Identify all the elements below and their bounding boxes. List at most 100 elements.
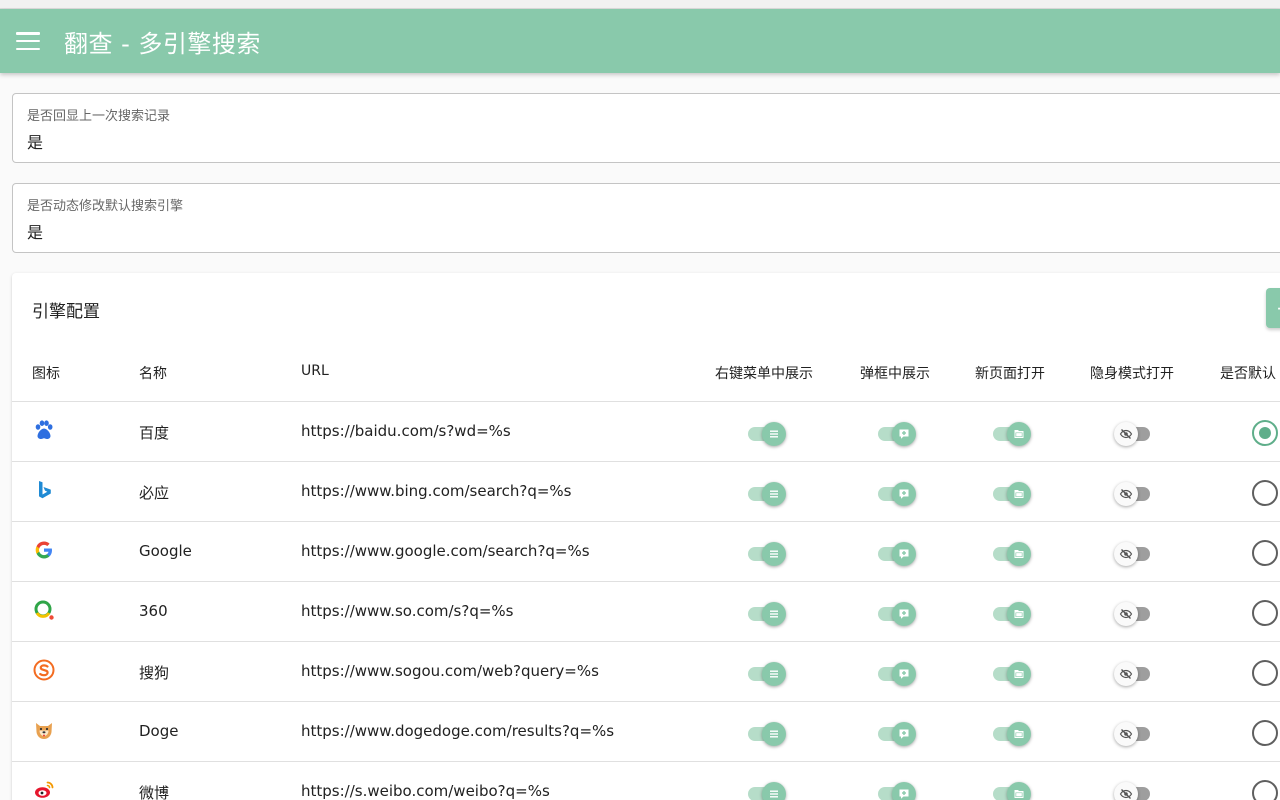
incognito-toggle[interactable]: [1114, 782, 1154, 800]
dynamic-default-engine-select[interactable]: 是否动态修改默认搜索引擎 是: [12, 183, 1280, 253]
default-engine-radio[interactable]: [1252, 540, 1278, 566]
new-page-icon: [1007, 482, 1031, 506]
context-menu-toggle[interactable]: [746, 482, 786, 506]
baidu-icon: [33, 419, 55, 441]
incognito-off-icon: [1114, 722, 1138, 746]
popup-icon: [892, 542, 916, 566]
table-row: 必应 https://www.bing.com/search?q=%s: [12, 462, 1280, 522]
popup-toggle[interactable]: [876, 722, 916, 746]
card-title: 引擎配置: [32, 302, 100, 322]
app-bar: 翻查 - 多引擎搜索: [0, 9, 1280, 73]
context-menu-toggle[interactable]: [746, 722, 786, 746]
table-row: 搜狗 https://www.sogou.com/web?query=%s: [12, 642, 1280, 702]
menu-lines-icon: [762, 782, 786, 800]
incognito-toggle[interactable]: [1114, 722, 1154, 746]
360-icon: [33, 599, 55, 621]
sogou-icon: [33, 659, 55, 681]
incognito-off-icon: [1114, 482, 1138, 506]
incognito-toggle[interactable]: [1114, 422, 1154, 446]
default-engine-radio[interactable]: [1252, 780, 1278, 800]
engine-name: 必应: [139, 484, 170, 502]
table-row: 微博 https://s.weibo.com/weibo?q=%s: [12, 762, 1280, 800]
echo-last-search-select[interactable]: 是否回显上一次搜索记录 是: [12, 93, 1280, 163]
popup-icon: [892, 662, 916, 686]
context-menu-toggle[interactable]: [746, 422, 786, 446]
menu-button[interactable]: [0, 9, 56, 73]
app-title: 翻查 - 多引擎搜索: [64, 29, 261, 58]
popup-toggle[interactable]: [876, 602, 916, 626]
incognito-toggle[interactable]: [1114, 542, 1154, 566]
table-row: Google https://www.google.com/search?q=%s: [12, 522, 1280, 582]
new-page-toggle[interactable]: [991, 662, 1031, 686]
incognito-toggle[interactable]: [1114, 662, 1154, 686]
context-menu-toggle[interactable]: [746, 782, 786, 800]
new-page-toggle[interactable]: [991, 722, 1031, 746]
incognito-toggle[interactable]: [1114, 602, 1154, 626]
menu-lines-icon: [762, 482, 786, 506]
default-engine-radio[interactable]: [1252, 660, 1278, 686]
default-engine-radio[interactable]: [1252, 480, 1278, 506]
popup-toggle[interactable]: [876, 422, 916, 446]
incognito-toggle[interactable]: [1114, 482, 1154, 506]
default-engine-radio[interactable]: [1252, 600, 1278, 626]
browser-top-strip: [0, 0, 1280, 9]
engine-url: https://baidu.com/s?wd=%s: [301, 422, 511, 440]
context-menu-toggle[interactable]: [746, 662, 786, 686]
engine-name: 百度: [139, 424, 170, 442]
default-engine-radio[interactable]: [1252, 720, 1278, 746]
new-page-icon: [1007, 662, 1031, 686]
engine-url: https://s.weibo.com/weibo?q=%s: [301, 782, 550, 800]
new-page-toggle[interactable]: [991, 422, 1031, 446]
new-page-icon: [1007, 782, 1031, 800]
new-page-toggle[interactable]: [991, 782, 1031, 800]
table-row: 360 https://www.so.com/s?q=%s: [12, 582, 1280, 642]
table-row: 百度 https://baidu.com/s?wd=%s: [12, 402, 1280, 462]
col-header-incognito: 隐身模式打开: [1090, 366, 1174, 382]
menu-lines-icon: [762, 422, 786, 446]
new-page-toggle[interactable]: [991, 542, 1031, 566]
new-page-toggle[interactable]: [991, 482, 1031, 506]
popup-toggle[interactable]: [876, 782, 916, 800]
add-icon: +: [1276, 296, 1280, 320]
field-value: 是: [27, 133, 44, 152]
col-header-popup: 弹框中展示: [860, 366, 930, 382]
col-header-default: 是否默认: [1220, 366, 1276, 382]
google-icon: [33, 539, 55, 561]
engine-url: https://www.google.com/search?q=%s: [301, 542, 590, 560]
popup-icon: [892, 602, 916, 626]
context-menu-toggle[interactable]: [746, 602, 786, 626]
hamburger-icon: [16, 32, 40, 50]
popup-toggle[interactable]: [876, 482, 916, 506]
table-row: Doge https://www.dogedoge.com/results?q=%…: [12, 702, 1280, 762]
incognito-off-icon: [1114, 542, 1138, 566]
menu-lines-icon: [762, 542, 786, 566]
default-engine-radio[interactable]: [1252, 420, 1278, 446]
incognito-off-icon: [1114, 422, 1138, 446]
engine-url: https://www.dogedoge.com/results?q=%s: [301, 722, 615, 740]
engine-url: https://www.sogou.com/web?query=%s: [301, 662, 599, 680]
popup-toggle[interactable]: [876, 542, 916, 566]
new-page-icon: [1007, 722, 1031, 746]
engine-url: https://www.so.com/s?q=%s: [301, 602, 514, 620]
engine-name: 微博: [139, 784, 170, 800]
new-page-toggle[interactable]: [991, 602, 1031, 626]
popup-toggle[interactable]: [876, 662, 916, 686]
col-header-icon: 图标: [32, 366, 60, 382]
new-page-icon: [1007, 542, 1031, 566]
menu-lines-icon: [762, 602, 786, 626]
engine-name: 360: [139, 602, 168, 620]
engine-name: 搜狗: [139, 664, 170, 682]
popup-icon: [892, 782, 916, 800]
context-menu-toggle[interactable]: [746, 542, 786, 566]
doge-icon: [33, 719, 55, 741]
incognito-off-icon: [1114, 602, 1138, 626]
weibo-icon: [33, 779, 55, 800]
engine-url: https://www.bing.com/search?q=%s: [301, 482, 572, 500]
new-page-icon: [1007, 422, 1031, 446]
add-engine-button[interactable]: +: [1266, 288, 1280, 328]
popup-icon: [892, 482, 916, 506]
menu-lines-icon: [762, 722, 786, 746]
field-value: 是: [27, 223, 44, 242]
engine-name: Google: [139, 542, 192, 560]
engine-name: Doge: [139, 722, 179, 740]
